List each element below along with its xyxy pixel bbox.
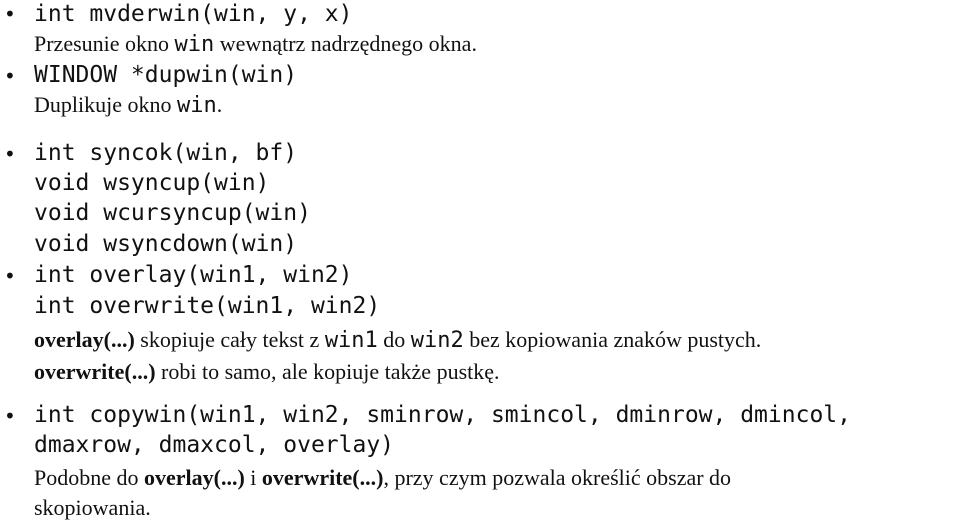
desc-bold-term: overwrite(...) [34, 359, 156, 384]
function-signature: void wcursyncup(win) [34, 200, 311, 226]
desc-code: win [177, 93, 217, 118]
bullet-icon: • [4, 264, 16, 288]
desc-code: win [174, 32, 215, 57]
desc-code: win2 [410, 328, 464, 353]
function-signature: dmaxrow, dmaxcol, overlay) [34, 432, 395, 458]
function-signature: int mvderwin(win, y, x) [34, 1, 353, 27]
function-signature: void wsyncup(win) [34, 170, 270, 196]
function-signature: int overwrite(win1, win2) [34, 293, 381, 319]
desc-code: win1 [324, 328, 378, 353]
desc-text: i [244, 465, 262, 490]
desc-text: . [216, 92, 223, 117]
desc-bold-term: overlay(...) [34, 327, 135, 352]
desc-bold-term: overlay(...) [144, 465, 245, 490]
function-description: Przesunie okno win wewnątrz nadrzędnego … [34, 33, 477, 56]
desc-text: , przy czym pozwala określić obszar do [383, 465, 732, 490]
function-signature: void wsyncdown(win) [34, 231, 298, 257]
desc-text: Duplikuje okno [34, 92, 177, 117]
bullet-icon: • [4, 404, 16, 428]
bullet-icon: • [4, 2, 16, 26]
function-description: overwrite(...) robi to samo, ale kopiuje… [34, 361, 500, 383]
desc-text: skopiowania. [34, 495, 151, 520]
desc-text: robi to samo, ale kopiuje także pustkę. [155, 359, 500, 384]
function-description: Duplikuje okno win. [34, 94, 222, 117]
bullet-icon: • [4, 142, 16, 166]
function-signature: int overlay(win1, win2) [34, 262, 353, 288]
bullet-icon: • [4, 64, 16, 88]
function-description: skopiowania. [34, 497, 151, 519]
function-signature: int syncok(win, bf) [34, 140, 298, 166]
desc-text: wewnątrz nadrzędnego okna. [214, 31, 477, 56]
desc-text: Przesunie okno [34, 31, 175, 56]
desc-text: do [377, 327, 411, 352]
desc-text: skopiuje cały tekst z [134, 327, 325, 352]
function-signature: int copywin(win1, win2, sminrow, smincol… [34, 402, 851, 428]
function-description: overlay(...) skopiuje cały tekst z win1 … [34, 329, 761, 352]
desc-text: bez kopiowania znaków pustych. [463, 327, 762, 352]
desc-bold-term: overwrite(...) [261, 465, 384, 490]
function-signature: WINDOW *dupwin(win) [34, 62, 298, 88]
desc-text: Podobne do [34, 465, 144, 490]
function-description: Podobne do overlay(...) i overwrite(...)… [34, 467, 731, 489]
